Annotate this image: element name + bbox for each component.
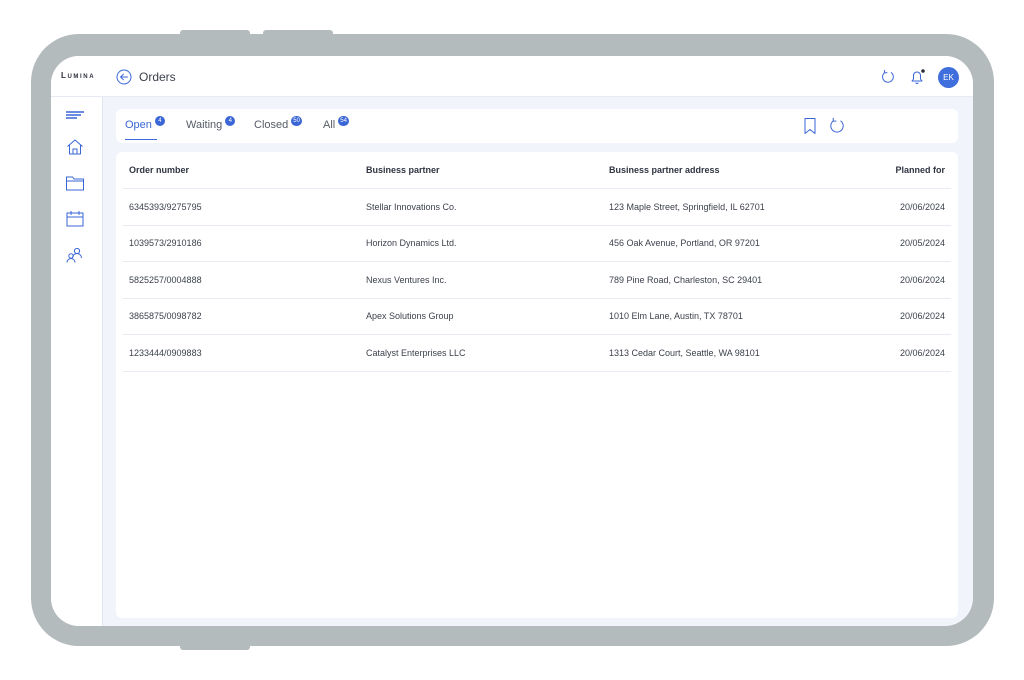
orders-table: Order number Business partner Business p… — [123, 152, 951, 372]
tab-all[interactable]: All 54 — [323, 116, 349, 131]
cell-business-partner: Horizon Dynamics Ltd. — [366, 225, 609, 262]
table-row[interactable]: 6345393/9275795 Stellar Innovations Co. … — [123, 188, 951, 226]
tab-label: Open — [125, 119, 152, 131]
top-bar: Lumina Orders EK — [51, 56, 973, 97]
cell-business-partner: Nexus Ventures Inc. — [366, 261, 609, 299]
cell-address: 1010 Elm Lane, Austin, TX 78701 — [609, 298, 871, 335]
refresh-icon[interactable] — [880, 69, 896, 85]
folder-icon[interactable] — [65, 173, 85, 193]
home-icon[interactable] — [65, 137, 85, 157]
table-row[interactable]: 3865875/0098782 Apex Solutions Group 101… — [123, 298, 951, 335]
cell-order-number: 1039573/2910186 — [123, 225, 366, 262]
column-header-address[interactable]: Business partner address — [609, 152, 871, 189]
tab-open[interactable]: Open 4 — [125, 116, 165, 131]
count-badge: 4 — [154, 116, 165, 126]
tabs-bar: Open 4 Waiting 4 Closed 50 All 54 — [116, 109, 958, 143]
cell-planned-for: 20/06/2024 — [871, 298, 951, 335]
table-row[interactable]: 1233444/0909883 Catalyst Enterprises LLC… — [123, 334, 951, 372]
bookmark-icon[interactable] — [802, 117, 818, 135]
cell-planned-for: 20/06/2024 — [871, 261, 951, 299]
cell-planned-for: 20/05/2024 — [871, 225, 951, 262]
topbar-actions: EK — [880, 66, 959, 88]
app-logo: Lumina — [61, 71, 96, 80]
active-tab-underline — [125, 139, 157, 140]
users-icon[interactable] — [65, 245, 85, 265]
cell-order-number: 3865875/0098782 — [123, 298, 366, 335]
bell-icon[interactable] — [908, 68, 926, 86]
table-row[interactable]: 1039573/2910186 Horizon Dynamics Ltd. 45… — [123, 225, 951, 262]
tab-label: All — [323, 119, 336, 131]
cell-order-number: 1233444/0909883 — [123, 334, 366, 372]
cell-address: 789 Pine Road, Charleston, SC 29401 — [609, 261, 871, 299]
count-badge: 54 — [338, 116, 349, 126]
calendar-icon[interactable] — [65, 209, 85, 229]
refresh-icon[interactable] — [828, 117, 846, 135]
tab-waiting[interactable]: Waiting 4 — [186, 116, 236, 131]
tab-actions — [802, 117, 846, 135]
screen: Lumina Orders EK Open 4 Waiting 4 Closed… — [51, 56, 973, 626]
cell-planned-for: 20/06/2024 — [871, 334, 951, 372]
cell-business-partner: Catalyst Enterprises LLC — [366, 334, 609, 372]
table-row[interactable]: 5825257/0004888 Nexus Ventures Inc. 789 … — [123, 261, 951, 299]
count-badge: 50 — [291, 116, 302, 126]
cell-planned-for: 20/06/2024 — [871, 188, 951, 226]
back-arrow-icon[interactable] — [116, 69, 132, 85]
tab-label: Waiting — [186, 119, 223, 131]
column-header-planned-for[interactable]: Planned for — [871, 152, 951, 189]
cell-business-partner: Stellar Innovations Co. — [366, 188, 609, 226]
cell-business-partner: Apex Solutions Group — [366, 298, 609, 335]
cell-address: 123 Maple Street, Springfield, IL 62701 — [609, 188, 871, 226]
orders-table-card: Order number Business partner Business p… — [116, 152, 958, 618]
tab-label: Closed — [254, 119, 289, 131]
cell-address: 1313 Cedar Court, Seattle, WA 98101 — [609, 334, 871, 372]
column-header-order-number[interactable]: Order number — [123, 152, 366, 189]
cell-order-number: 6345393/9275795 — [123, 188, 366, 226]
table-header-row: Order number Business partner Business p… — [123, 152, 951, 189]
cell-address: 456 Oak Avenue, Portland, OR 97201 — [609, 225, 871, 262]
page-title: Orders — [139, 70, 176, 84]
tab-closed[interactable]: Closed 50 — [254, 116, 302, 131]
column-header-business-partner[interactable]: Business partner — [366, 152, 609, 189]
cell-order-number: 5825257/0004888 — [123, 261, 366, 299]
menu-icon[interactable] — [65, 107, 85, 127]
avatar[interactable]: EK — [938, 66, 959, 88]
count-badge: 4 — [225, 116, 236, 126]
sidebar — [51, 97, 103, 626]
